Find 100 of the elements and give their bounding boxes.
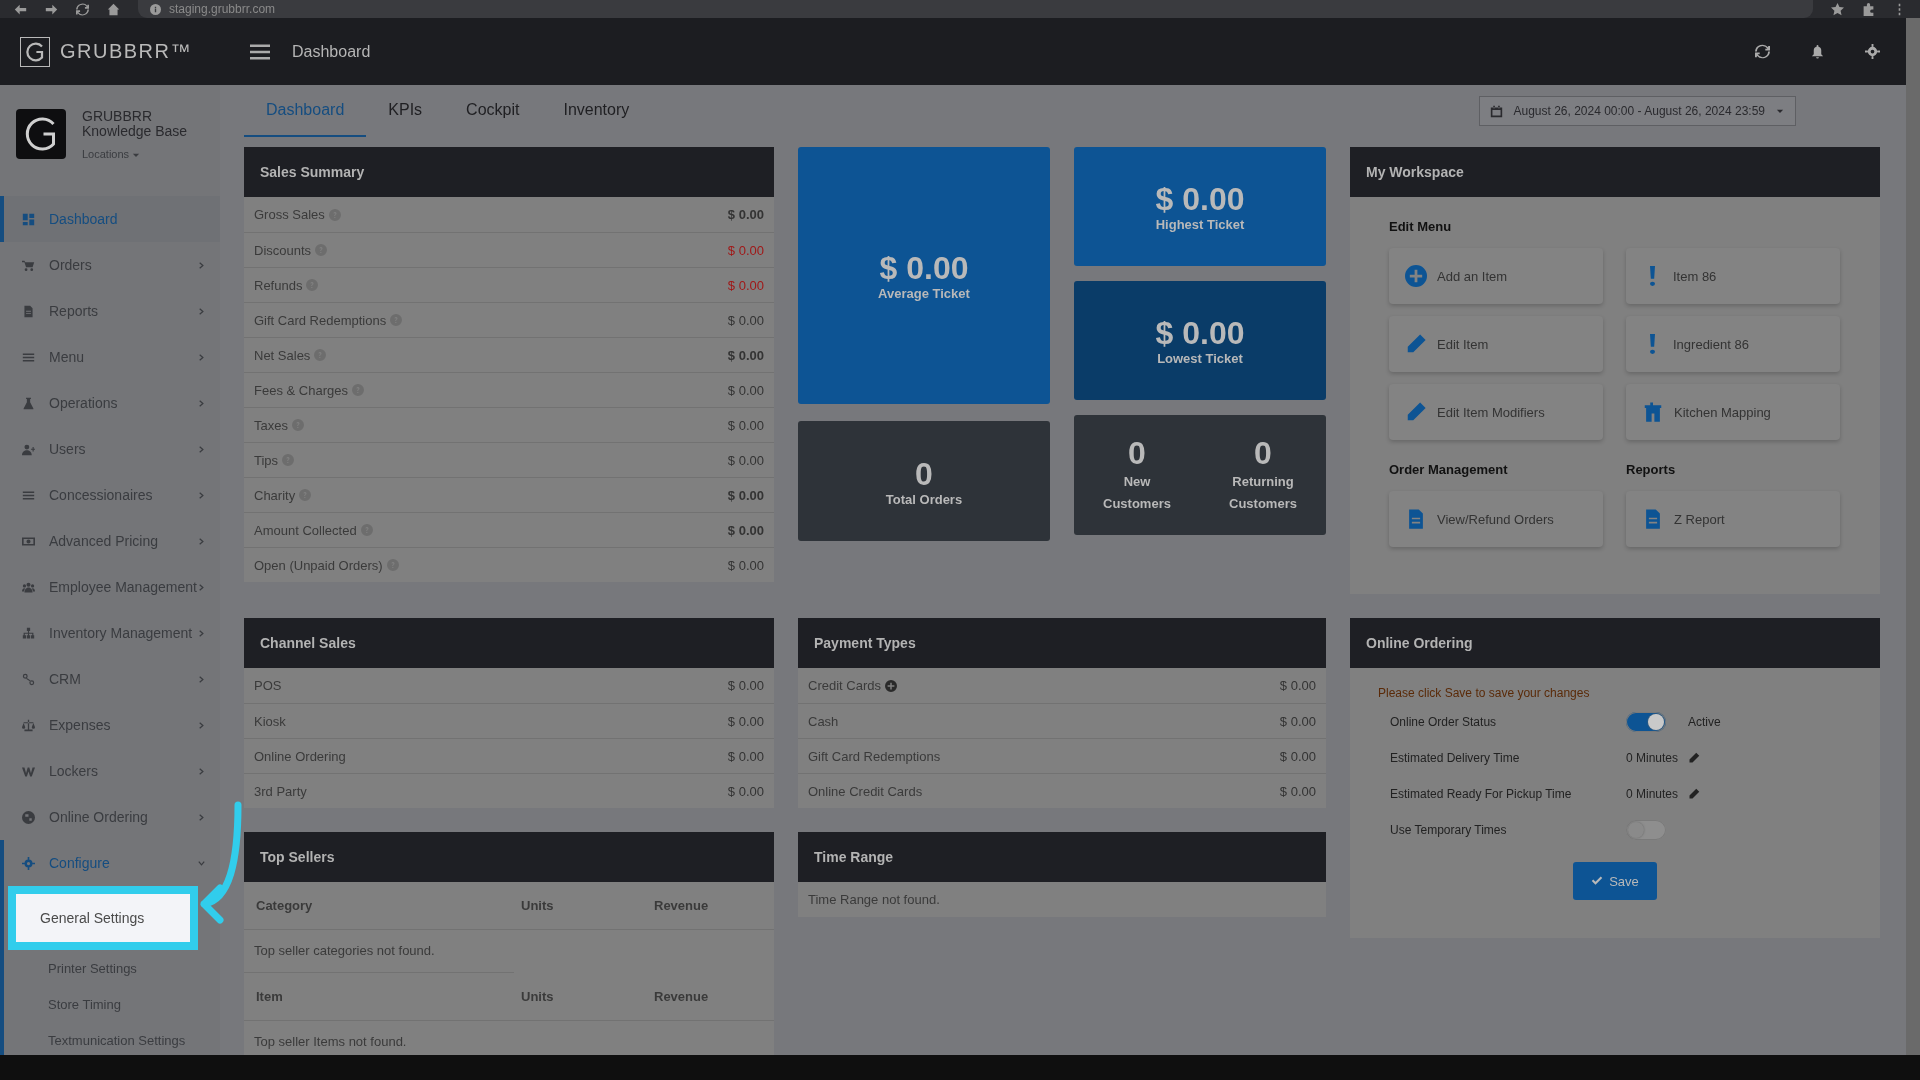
submenu-item[interactable]: Textmunication Settings [4,1022,220,1055]
tile-label: Lowest Ticket [1157,351,1243,366]
sidebar-item[interactable]: Orders [0,242,220,288]
field-value: 0 Minutes [1626,751,1679,765]
back-arrow-icon[interactable] [14,2,27,16]
home-icon[interactable] [107,2,120,16]
tile-label: New Customers [1102,473,1172,513]
link-icon [22,672,35,686]
save-button[interactable]: Save [1573,862,1657,900]
grid-icon [22,212,35,226]
sidebar-item[interactable]: Inventory Management [0,610,220,656]
row-value: $ 0.00 [727,417,764,433]
column-header: Revenue [654,898,710,914]
locations-dropdown[interactable]: Locations [82,147,142,162]
section-heading: Edit Menu [1389,219,1453,234]
calendar-icon [1490,104,1504,118]
workspace-shortcut[interactable]: View/Refund Orders [1389,491,1603,547]
chevron-right-icon [197,352,206,362]
row-label: Net Sales [254,347,311,363]
workspace-shortcut[interactable]: Kitchen Mapping [1626,384,1840,440]
pencil-icon[interactable] [1688,788,1701,800]
chevron-right-icon [197,628,206,638]
row-value: $ 0.00 [727,207,764,222]
date-range-picker[interactable]: August 26, 2024 00:00 - August 26, 2024 23:59 [1479,96,1796,126]
sidebar-item[interactable]: Advanced Pricing [0,518,220,564]
tab[interactable]: KPIs [366,85,445,137]
chevron-right-icon [197,720,206,730]
users-icon [22,580,35,594]
star-icon[interactable] [1831,2,1844,16]
row-value: $ 0.00 [727,277,764,293]
column-header: Units [521,988,555,1004]
sidebar-item[interactable]: Menu [0,334,220,380]
sidebar-item[interactable]: Concessionaires [0,472,220,518]
row-label: Credit Cards [808,678,881,693]
sidebar-item[interactable]: Online Ordering [0,794,220,840]
forward-arrow-icon[interactable] [45,2,58,16]
row-value: $ 0.00 [727,557,764,573]
sidebar-item[interactable]: Dashboard [0,196,220,242]
user-plus-icon [22,442,35,456]
submenu-item[interactable]: Printer Settings [4,950,220,986]
sidebar-item[interactable]: Expenses [0,702,220,748]
zigzag-icon [22,764,35,778]
workspace-shortcut[interactable]: Edit Item [1389,316,1603,372]
row-value: $ 0.00 [1279,783,1316,799]
sidebar-item[interactable]: Reports [0,288,220,334]
column-header: Revenue [654,988,710,1004]
sidebar-item[interactable]: Employee Management [0,564,220,610]
field-label: Use Temporary Times [1390,823,1508,837]
address-bar[interactable]: staging.grubbrr.com [138,0,1813,18]
workspace-shortcut[interactable]: Z Report [1626,491,1840,547]
sidebar-item[interactable]: CRM [0,656,220,702]
tab[interactable]: Dashboard [244,85,367,137]
site-info-icon[interactable] [150,3,161,15]
row-label: Charity [254,487,296,503]
tab[interactable]: Inventory [541,85,652,137]
card-title: Time Range [814,849,894,865]
sidebar-item[interactable]: Operations [0,380,220,426]
chevron-right-icon [197,398,206,408]
tile-value: $ 0.00 [1155,315,1245,351]
chevron-right-icon [197,582,206,592]
tile-label: Returning Customers [1228,473,1298,513]
row-label: Gift Card Redemptions [808,748,941,764]
card-title: Sales Summary [260,164,365,180]
puzzle-icon[interactable] [1862,2,1875,16]
workspace-shortcut[interactable]: Item 86 [1626,248,1840,304]
tile-label: Highest Ticket [1155,217,1245,232]
workspace-shortcut[interactable]: Add an Item [1389,248,1603,304]
scrollbar[interactable] [1906,18,1920,1055]
refresh-icon[interactable] [1755,44,1770,59]
exclamation-icon [1650,266,1655,286]
row-label: Tips [254,452,279,468]
row-label: Online Ordering [254,748,346,764]
pencil-icon[interactable] [1688,752,1701,764]
check-icon [1591,875,1604,887]
bell-icon[interactable] [1810,44,1825,59]
reload-icon[interactable] [76,2,89,16]
sidebar-item[interactable]: Lockers [0,748,220,794]
pencil-icon [1405,401,1427,423]
tab[interactable]: Cockpit [444,85,542,137]
submenu-item[interactable]: Store Timing [4,986,220,1022]
row-value: $ 0.00 [727,312,764,328]
chevron-right-icon [197,674,206,684]
store-logo [16,109,66,159]
chevron-right-icon [197,812,206,822]
building-icon [1642,401,1664,423]
sidebar-item[interactable]: Configure [0,840,220,886]
row-value: $ 0.00 [727,522,764,538]
row-label: Open (Unpaid Orders) [254,557,383,573]
row-label: Kiosk [254,713,286,729]
row-value: $ 0.00 [727,713,764,729]
workspace-shortcut[interactable]: Ingredient 86 [1626,316,1840,372]
toggle-switch[interactable] [1626,712,1666,732]
store-name: GRUBBRR [82,109,153,124]
row-label: Cash [808,713,839,729]
workspace-shortcut[interactable]: Edit Item Modifiers [1389,384,1603,440]
row-value: $ 0.00 [1279,678,1316,693]
card-title: My Workspace [1366,164,1464,180]
sidebar-item[interactable]: Users [0,426,220,472]
row-label: Online Credit Cards [808,783,923,799]
chevron-right-icon [197,260,206,270]
